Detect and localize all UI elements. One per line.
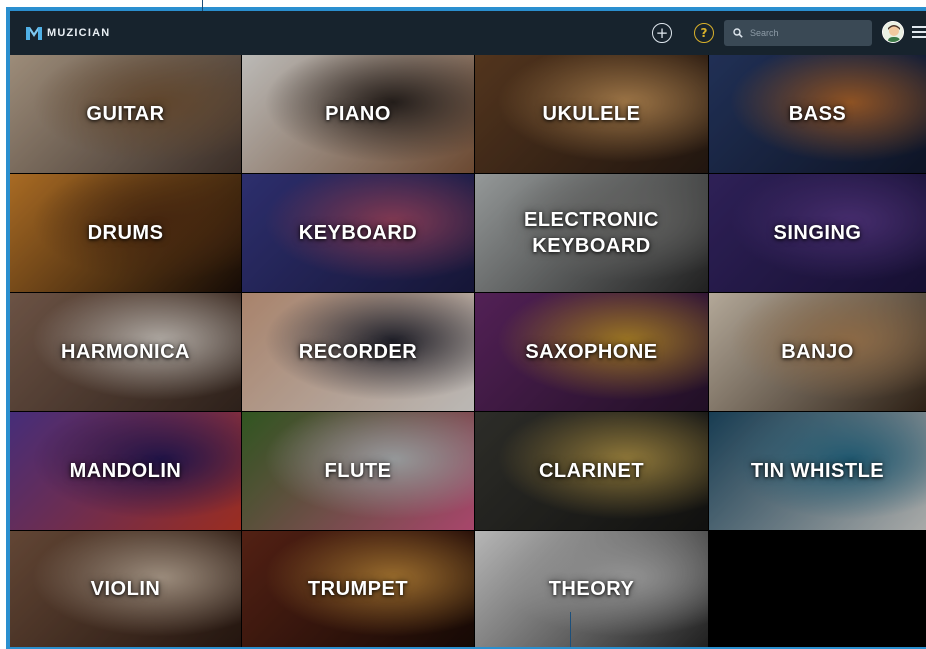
- instrument-tile-trumpet[interactable]: TRUMPET: [242, 531, 474, 647]
- user-avatar[interactable]: [882, 21, 904, 43]
- instrument-tile-electronic-keyboard[interactable]: ELECTRONIC KEYBOARD: [475, 174, 708, 292]
- instrument-tile-singing[interactable]: SINGING: [709, 174, 926, 292]
- instrument-tile-clarinet[interactable]: CLARINET: [475, 412, 708, 530]
- instrument-label: TIN WHISTLE: [750, 460, 885, 482]
- brand[interactable]: MUZICIAN: [26, 25, 110, 41]
- instrument-label: KEYBOARD: [298, 222, 418, 244]
- instrument-label: CLARINET: [538, 460, 645, 482]
- instrument-label: PIANO: [325, 103, 391, 125]
- instrument-label: DRUMS: [87, 222, 164, 244]
- instrument-label: FLUTE: [324, 460, 392, 482]
- app-window: MUZICIAN + ? GUITARPIANOUKU: [10, 11, 926, 647]
- plus-circle-icon: +: [655, 23, 669, 42]
- instrument-label: TRUMPET: [307, 578, 409, 600]
- instrument-tile-keyboard[interactable]: KEYBOARD: [242, 174, 474, 292]
- instrument-tile-guitar[interactable]: GUITAR: [10, 55, 241, 173]
- instrument-label: RECORDER: [298, 341, 418, 363]
- instrument-tile-piano[interactable]: PIANO: [242, 55, 474, 173]
- instrument-tile-flute[interactable]: FLUTE: [242, 412, 474, 530]
- help-button[interactable]: ?: [694, 23, 714, 43]
- avatar-face-icon: [883, 22, 903, 42]
- instrument-tile-recorder[interactable]: RECORDER: [242, 293, 474, 411]
- instrument-grid: GUITAR PIANO UKULELE BASS DRUMS KEYBOARD ELECT…: [10, 55, 926, 647]
- instrument-label: UKULELE: [542, 103, 641, 125]
- empty-grid-cell: [709, 531, 926, 647]
- instrument-label: VIOLIN: [90, 578, 161, 600]
- instrument-label: HARMONICA: [61, 341, 190, 363]
- callout-line-bottom: [570, 612, 571, 647]
- instrument-label: THEORY: [548, 578, 635, 600]
- search-box[interactable]: [724, 20, 872, 46]
- top-navigation-bar: MUZICIAN + ?: [10, 11, 926, 55]
- brand-name: MUZICIAN: [47, 27, 111, 39]
- instrument-tile-bass[interactable]: BASS: [709, 55, 926, 173]
- instrument-label: SINGING: [773, 222, 862, 244]
- hamburger-menu-icon[interactable]: [912, 26, 926, 39]
- instrument-tile-tin-whistle[interactable]: TIN WHISTLE: [709, 412, 926, 530]
- add-button[interactable]: +: [652, 23, 672, 43]
- instrument-label: MANDOLIN: [69, 460, 182, 482]
- instrument-tile-banjo[interactable]: BANJO: [709, 293, 926, 411]
- instrument-label: ELECTRONIC KEYBOARD: [524, 209, 659, 257]
- instrument-tile-harmonica[interactable]: HARMONICA: [10, 293, 241, 411]
- instrument-label: GUITAR: [86, 103, 165, 125]
- instrument-label: SAXOPHONE: [525, 341, 658, 363]
- instrument-label: BASS: [788, 103, 847, 125]
- brand-logo-icon: [26, 26, 42, 40]
- instrument-label: BANJO: [781, 341, 854, 363]
- instrument-tile-drums[interactable]: DRUMS: [10, 174, 241, 292]
- instrument-tile-ukulele[interactable]: UKULELE: [475, 55, 708, 173]
- instrument-tile-mandolin[interactable]: MANDOLIN: [10, 412, 241, 530]
- search-input[interactable]: [750, 23, 864, 43]
- instrument-tile-saxophone[interactable]: SAXOPHONE: [475, 293, 708, 411]
- search-icon: [733, 28, 743, 38]
- question-circle-icon: ?: [700, 26, 708, 40]
- instrument-tile-violin[interactable]: VIOLIN: [10, 531, 241, 647]
- instrument-tile-theory[interactable]: THEORY: [475, 531, 708, 647]
